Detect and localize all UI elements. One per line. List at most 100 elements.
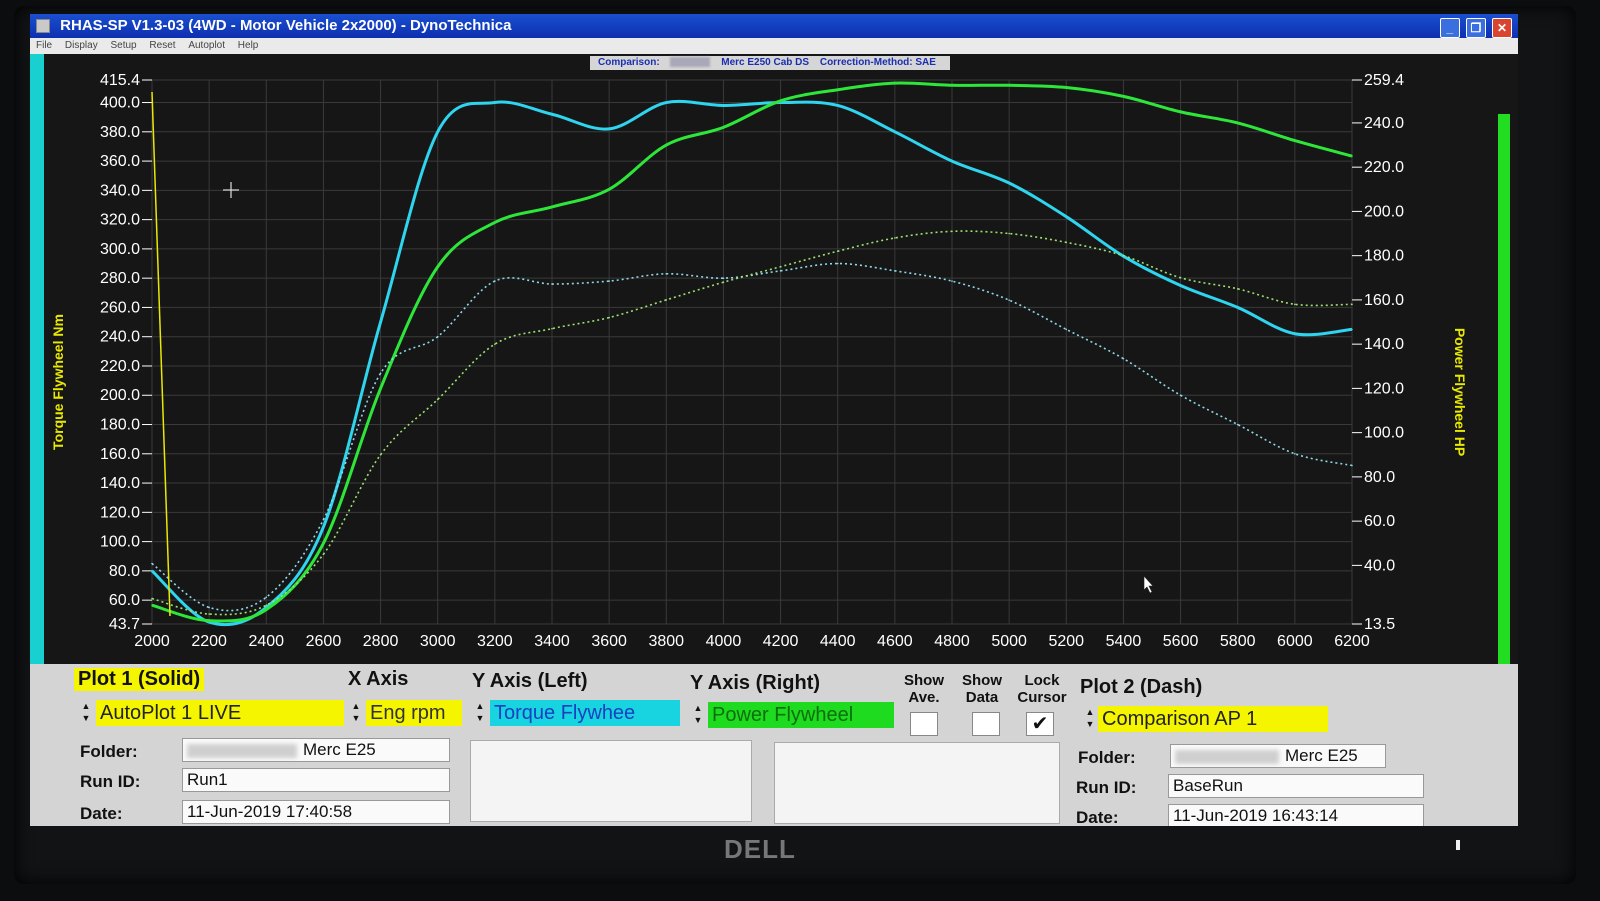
series-point-2 [608, 280, 610, 282]
y-left-spinner[interactable]: ▲ ▼ [474, 700, 486, 726]
series-point-1 [322, 542, 325, 545]
series-point-1 [1008, 84, 1010, 87]
series-point-3 [1122, 254, 1125, 257]
series-point-1 [379, 387, 382, 390]
minimize-button[interactable]: _ [1439, 18, 1460, 38]
dyno-chart[interactable]: 415.4 400.0 380.0 360.0 340.0 320.0 300.0 280.0… [30, 54, 1518, 664]
lock-cursor-label-2: Cursor [1017, 689, 1067, 706]
x-tick-label: 2200 [191, 633, 227, 650]
series-point-0 [1065, 215, 1068, 218]
chart-grid [151, 79, 1353, 625]
series-point-2 [494, 280, 496, 282]
y-left-select[interactable]: Torque Flywhee [490, 700, 680, 726]
menu-reset[interactable]: Reset [149, 40, 175, 51]
y-left-tick-label: 180.0 [100, 417, 140, 434]
y-left-tick-label: 200.0 [100, 387, 140, 404]
show-data-label-2: Data [965, 689, 999, 706]
close-button[interactable]: ✕ [1492, 18, 1512, 38]
series-point-1 [1065, 86, 1068, 89]
series-point-1 [1351, 155, 1353, 157]
lock-cursor-checkbox[interactable]: ✔ [1026, 712, 1054, 736]
plot1-run-select[interactable]: AutoPlot 1 LIVE [96, 700, 344, 726]
y-right-ticks: 259.4 240.0 220.0 200.0 180.0 160.0 140.0 120.0… [1352, 72, 1404, 633]
plot1-date-field[interactable]: 11-Jun-2019 17:40:58 [182, 800, 450, 824]
x-tick-label: 5800 [1220, 633, 1256, 650]
series-point-3 [1236, 288, 1239, 290]
series-point-2 [722, 277, 725, 279]
y-right-tick-label: 180.0 [1364, 248, 1404, 265]
info-panel-left [470, 740, 752, 822]
series-point-3 [151, 597, 153, 600]
plot1-header: Plot 1 (Solid) [74, 668, 205, 691]
menu-autoplot[interactable]: Autoplot [188, 40, 225, 51]
plot1-folder-field[interactable]: Merc E25 [182, 738, 450, 762]
y-right-tick-label: 13.5 [1364, 616, 1395, 633]
series-point-0 [436, 131, 439, 133]
series-point-3 [551, 327, 553, 330]
plot2-folder-field[interactable]: Merc E25 [1170, 744, 1386, 768]
series-point-1 [608, 188, 610, 191]
series-point-0 [1294, 332, 1296, 335]
x-tick-label: 2800 [363, 633, 399, 650]
menu-help[interactable]: Help [238, 40, 259, 51]
plot2-spinner[interactable]: ▲ ▼ [1084, 706, 1096, 732]
screen: RHAS-SP V1.3-03 (4WD - Motor Vehicle 2x2… [30, 14, 1518, 826]
series-point-0 [1008, 182, 1010, 184]
plot1-folder-label: Folder: [80, 742, 138, 761]
series-point-1 [1236, 122, 1239, 124]
series-point-1 [151, 604, 153, 606]
dyno-plot-area[interactable]: Comparison: Merc E250 Cab DS Correction-… [30, 54, 1518, 664]
series-point-3 [608, 316, 610, 319]
menu-file[interactable]: File [36, 40, 52, 51]
plot2-date-field[interactable]: 11-Jun-2019 16:43:14 [1168, 804, 1424, 826]
x-tick-label: 2400 [248, 633, 284, 650]
y-left-tick-label: 360.0 [100, 153, 140, 170]
menu-display[interactable]: Display [65, 40, 98, 51]
series-point-2 [665, 272, 668, 275]
series-line-0 [150, 99, 1353, 627]
plot1-spinner[interactable]: ▲ ▼ [80, 700, 92, 726]
x-tick-label: 3800 [648, 633, 684, 650]
plot1-runid-field[interactable]: Run1 [182, 768, 450, 792]
lock-cursor-label-1: Lock [1024, 672, 1060, 689]
series-point-3 [208, 613, 210, 615]
series-point-1 [551, 206, 553, 208]
series-point-3 [951, 230, 953, 233]
x-ticks: 2000 2200 2400 2600 2800 3000 3200 3400 3600 3800… [134, 633, 1370, 650]
series-point-3 [722, 281, 725, 284]
x-tick-label: 4000 [706, 633, 742, 650]
show-ave-checkbox[interactable] [910, 712, 938, 736]
series-point-2 [1236, 423, 1239, 426]
plot2-run-select[interactable]: Comparison AP 1 [1098, 706, 1328, 732]
series-point-1 [722, 126, 725, 129]
x-tick-label: 6200 [1334, 633, 1370, 650]
y-right-tick-label: 60.0 [1364, 513, 1395, 530]
y-right-select[interactable]: Power Flywheel [708, 702, 894, 728]
series-point-1 [1294, 139, 1296, 142]
x-axis-spinner[interactable]: ▲ ▼ [350, 700, 362, 726]
series-point-3 [494, 343, 496, 345]
y-left-tick-label: 43.7 [109, 616, 140, 633]
series-point-3 [265, 604, 268, 606]
series-point-0 [894, 131, 896, 133]
plot1-runid-label: Run ID: [80, 772, 141, 791]
plot1-date-label: Date: [80, 804, 123, 823]
menu-setup[interactable]: Setup [110, 40, 136, 51]
plot2-runid-field[interactable]: BaseRun [1168, 774, 1424, 798]
y-right-tick-label: 240.0 [1364, 115, 1404, 132]
y-right-tick-label: 259.4 [1364, 72, 1404, 89]
series-point-1 [951, 84, 953, 87]
x-tick-label: 5400 [1106, 633, 1142, 650]
y-left-tick-label: 160.0 [100, 446, 140, 463]
series-point-2 [208, 606, 210, 609]
series-line-3 [151, 230, 1353, 616]
show-data-label: Show Data [956, 672, 1008, 706]
window-titlebar[interactable]: RHAS-SP V1.3-03 (4WD - Motor Vehicle 2x2… [30, 14, 1518, 38]
y-right-spinner[interactable]: ▲ ▼ [692, 702, 704, 728]
x-tick-label: 2600 [306, 633, 342, 650]
show-data-checkbox[interactable] [972, 712, 1000, 736]
y-right-tick-label: 200.0 [1364, 203, 1404, 220]
restore-button[interactable]: ❐ [1465, 18, 1486, 38]
series-point-1 [208, 619, 210, 622]
x-axis-select[interactable]: Eng rpm [366, 700, 462, 726]
